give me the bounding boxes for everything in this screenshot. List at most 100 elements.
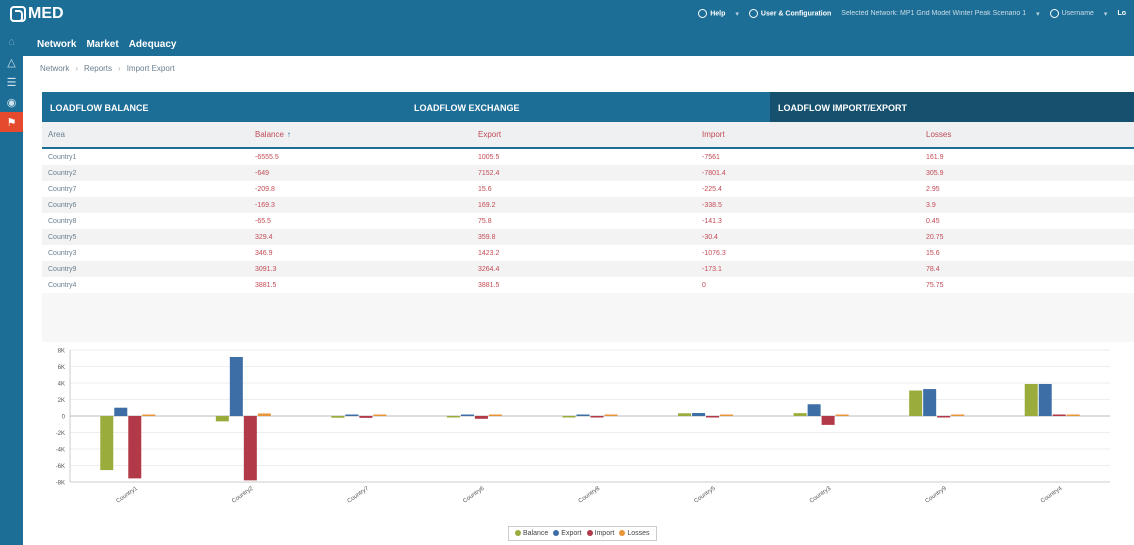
- legend-item-import[interactable]: Import: [586, 530, 614, 537]
- bar-import-country6: [474, 416, 488, 419]
- chart-container: 8K 6K 4K 2K 0 -2K -4K -6K -8K Country1 Country2 Cou…: [42, 342, 1134, 543]
- legend-item-losses[interactable]: Losses: [619, 530, 650, 537]
- x-tick-label: Country5: [693, 485, 717, 504]
- bar-export-country7: [345, 414, 359, 416]
- y-tick-label: -4K: [56, 448, 65, 454]
- legend-losses-swatch: [619, 530, 626, 537]
- column-header-losses[interactable]: Losses: [926, 130, 1126, 139]
- tab-loadflow-import-export[interactable]: LOADFLOW IMPORT/EXPORT: [770, 92, 1134, 122]
- bar-export-country8: [576, 414, 590, 416]
- x-tick-label: Country7: [347, 485, 371, 504]
- bar-export-country3: [807, 404, 821, 416]
- y-tick-label: 8K: [58, 349, 65, 355]
- chevron-right-icon: ›: [75, 64, 79, 73]
- sort-arrow-icon: ↑: [286, 130, 291, 139]
- gear-icon: [748, 9, 758, 18]
- y-tick-label: 2K: [58, 398, 65, 404]
- help-link[interactable]: Help: [698, 9, 725, 18]
- user-icon: [1049, 9, 1059, 18]
- tab-loadflow-balance[interactable]: LOADFLOW BALANCE: [42, 92, 406, 122]
- sidebar: ⌂ △ ☰ ◉ ⚑: [0, 32, 23, 545]
- bar-import-country7: [359, 416, 373, 418]
- x-tick-label: Country2: [231, 485, 255, 504]
- legend-import-swatch: [586, 530, 593, 537]
- table-row[interactable]: Country2 -649 7152.4 -7801.4 305.9: [42, 165, 1134, 181]
- table-row[interactable]: Country5 329.4 359.8 -30.4 20.75: [42, 229, 1134, 245]
- list-icon[interactable]: ☰: [0, 72, 23, 92]
- y-tick-label: -8K: [56, 481, 65, 487]
- legend-item-export[interactable]: Export: [553, 530, 582, 537]
- tab-loadflow-exchange[interactable]: LOADFLOW EXCHANGE: [406, 92, 770, 122]
- bar-losses-country8: [604, 414, 618, 416]
- app-logo[interactable]: MED: [10, 5, 64, 23]
- network-chevron-down-icon[interactable]: ▾: [1036, 10, 1040, 18]
- nav-adequacy[interactable]: Adequacy: [129, 39, 177, 50]
- bar-import-country9: [937, 416, 951, 418]
- bar-import-country2: [243, 416, 257, 481]
- table-row[interactable]: Country1 -6555.5 1005.5 -7561 161.9: [42, 149, 1134, 165]
- nav-market[interactable]: Market: [86, 39, 118, 50]
- bar-export-country2: [229, 356, 243, 416]
- y-tick-label: 4K: [58, 382, 65, 388]
- nav-network[interactable]: Network: [37, 39, 76, 50]
- bar-import-country3: [821, 416, 835, 425]
- main-nav: Network Market Adequacy: [23, 32, 1134, 56]
- y-tick-label: 0: [62, 415, 66, 421]
- bar-balance-country8: [562, 416, 576, 418]
- x-tick-label: Country1: [116, 485, 140, 504]
- bar-import-country4: [1052, 414, 1066, 416]
- database-icon[interactable]: ◉: [0, 92, 23, 112]
- y-tick-label: 6K: [58, 365, 65, 371]
- logout-link[interactable]: Lo: [1117, 10, 1126, 17]
- bar-balance-country5: [678, 413, 692, 416]
- y-tick-label: -2K: [56, 431, 65, 437]
- table-row[interactable]: Country7 -209.8 15.6 -225.4 2.95: [42, 181, 1134, 197]
- help-icon: [698, 9, 708, 18]
- user-chevron-down-icon[interactable]: ▾: [1104, 10, 1108, 18]
- bar-export-country1: [114, 407, 128, 416]
- network-icon[interactable]: △: [0, 52, 23, 72]
- column-header-export[interactable]: Export: [478, 130, 702, 139]
- table-row[interactable]: Country8 -65.5 75.8 -141.3 0.45: [42, 213, 1134, 229]
- home-icon[interactable]: ⌂: [0, 32, 23, 52]
- top-bar: MED Help ▾ User & Configuration Selected…: [0, 0, 1134, 32]
- table-row[interactable]: Country3 346.9 1423.2 -1076.3 15.6: [42, 245, 1134, 261]
- breadcrumb-reports[interactable]: Reports: [84, 64, 112, 73]
- flag-icon[interactable]: ⚑: [0, 112, 23, 132]
- bar-balance-country1: [100, 416, 114, 471]
- table-row[interactable]: Country4 3881.5 3881.5 0 75.75: [42, 277, 1134, 293]
- bar-losses-country5: [720, 414, 734, 416]
- x-tick-label: Country4: [1040, 485, 1064, 504]
- user-config-link[interactable]: User & Configuration: [748, 9, 831, 18]
- bar-export-country4: [1038, 383, 1052, 416]
- user-menu[interactable]: Username: [1049, 9, 1094, 18]
- bar-import-country5: [706, 416, 720, 418]
- help-chevron-down-icon[interactable]: ▾: [735, 10, 739, 18]
- selected-network[interactable]: Selected Network: MP1 Grid Model Winter …: [841, 10, 1026, 17]
- bar-losses-country4: [1066, 414, 1080, 416]
- table-row[interactable]: Country6 -169.3 169.2 -338.5 3.9: [42, 197, 1134, 213]
- column-header-area[interactable]: Area: [42, 130, 254, 139]
- column-header-balance[interactable]: Balance ↑: [254, 130, 478, 139]
- bar-export-country6: [460, 414, 474, 416]
- legend-balance-swatch: [515, 530, 521, 537]
- table-body: Country1 -6555.5 1005.5 -7561 161.9 Country2…: [42, 149, 1134, 293]
- report-panel: LOADFLOW BALANCE LOADFLOW EXCHANGE LOADF…: [42, 92, 1134, 543]
- import-export-bar-chart: 8K 6K 4K 2K 0 -2K -4K -6K -8K Country1 Country2 Cou…: [56, 349, 1110, 505]
- x-tick-label: Country8: [578, 485, 602, 504]
- bar-import-country8: [590, 416, 604, 418]
- x-tick-label: Country6: [462, 485, 486, 504]
- x-tick-label: Country3: [809, 485, 833, 504]
- report-tabs: LOADFLOW BALANCE LOADFLOW EXCHANGE LOADF…: [42, 92, 1134, 122]
- bar-balance-country2: [215, 416, 229, 422]
- breadcrumb-network[interactable]: Network: [40, 64, 69, 73]
- table-row[interactable]: Country9 3091.3 3264.4 -173.1 78.4: [42, 261, 1134, 277]
- bar-balance-country3: [793, 413, 807, 416]
- legend-item-balance[interactable]: Balance: [515, 530, 548, 537]
- bar-losses-country9: [951, 414, 965, 416]
- bar-losses-country2: [257, 413, 271, 416]
- column-header-import[interactable]: Import: [702, 130, 926, 139]
- y-tick-label: -6K: [56, 464, 65, 470]
- bar-export-country5: [692, 413, 706, 416]
- bar-losses-country1: [142, 414, 156, 416]
